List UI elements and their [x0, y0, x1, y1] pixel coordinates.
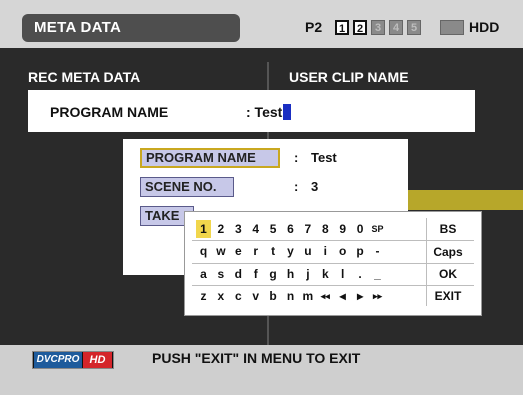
keyboard-key[interactable]: e — [231, 242, 246, 260]
keyboard-key[interactable]: p — [353, 242, 368, 260]
keyboard-key[interactable]: c — [231, 287, 246, 305]
keyboard-key[interactable]: - — [370, 242, 385, 260]
keyboard-key[interactable]: s — [213, 265, 228, 283]
backspace-key[interactable]: BS — [428, 220, 468, 238]
slot-5-indicator: 5 — [407, 20, 421, 35]
keyboard-key[interactable]: 1 — [196, 220, 211, 238]
keyboard-key[interactable]: y — [283, 242, 298, 260]
keyboard-key[interactable]: ◂ — [335, 287, 350, 305]
keyboard-key[interactable]: 7 — [300, 220, 315, 238]
camera-menu-screen: META DATA P2 1 2 3 4 5 HDD REC META DATA… — [0, 0, 523, 395]
selection-strip — [408, 190, 523, 210]
menu-title: META DATA — [34, 19, 122, 36]
keyboard-key[interactable]: k — [318, 265, 333, 283]
keyboard-key[interactable]: h — [283, 265, 298, 283]
keyboard-key[interactable]: r — [248, 242, 263, 260]
keyboard-key[interactable]: 5 — [266, 220, 281, 238]
program-name-label: PROGRAM NAME — [50, 104, 169, 120]
slot-2-indicator: 2 — [353, 20, 367, 35]
status-message: PUSH "EXIT" IN MENU TO EXIT — [152, 350, 361, 366]
ok-key[interactable]: OK — [428, 265, 468, 283]
keyboard-row-divider — [192, 284, 474, 286]
keyboard-key[interactable]: g — [266, 265, 281, 283]
keyboard-row-divider — [192, 240, 474, 242]
caps-key[interactable]: Caps — [428, 243, 468, 261]
field-colon: : — [294, 150, 299, 165]
keyboard-column-divider — [426, 218, 427, 306]
field-colon: : — [294, 179, 299, 194]
rec-meta-data-header: REC META DATA — [28, 69, 141, 85]
logo-hd: HD — [83, 352, 112, 368]
logo-dvcpro: DVCPRO — [34, 352, 82, 368]
keyboard-key[interactable]: 3 — [231, 220, 246, 238]
keyboard-key[interactable]: u — [300, 242, 315, 260]
keyboard-key[interactable]: a — [196, 265, 211, 283]
keyboard-row-divider — [192, 262, 474, 264]
slot-1-indicator: 1 — [335, 20, 349, 35]
keyboard-key[interactable]: j — [300, 265, 315, 283]
field-program-name[interactable]: PROGRAM NAME — [140, 148, 280, 168]
keyboard-key[interactable]: i — [318, 242, 333, 260]
keyboard-key[interactable]: 6 — [283, 220, 298, 238]
p2-label: P2 — [305, 19, 323, 35]
text-cursor — [283, 104, 292, 120]
program-name-value[interactable]: : Test — [246, 104, 292, 120]
slot-3-indicator: 3 — [371, 20, 385, 35]
hdd-label: HDD — [469, 19, 500, 35]
exit-key[interactable]: EXIT — [428, 287, 468, 305]
keyboard-key[interactable]: _ — [370, 265, 385, 283]
slot-4-indicator: 4 — [389, 20, 403, 35]
keyboard-key[interactable]: m — [300, 287, 315, 305]
keyboard-key[interactable]: 8 — [318, 220, 333, 238]
keyboard-key[interactable]: d — [231, 265, 246, 283]
keyboard-key[interactable]: z — [196, 287, 211, 305]
field-scene-no[interactable]: SCENE NO. — [140, 177, 234, 197]
user-clip-name-header: USER CLIP NAME — [289, 69, 409, 85]
keyboard-key[interactable]: 0 — [353, 220, 368, 238]
keyboard-key[interactable]: l — [335, 265, 350, 283]
keyboard-key[interactable]: w — [213, 242, 228, 260]
keyboard-key[interactable]: v — [248, 287, 263, 305]
keyboard-key[interactable]: ◂◂ — [318, 287, 333, 305]
keyboard-key[interactable]: SP — [370, 220, 385, 238]
keyboard-key[interactable]: x — [213, 287, 228, 305]
hdd-slot-indicator — [440, 20, 464, 35]
keyboard-key[interactable]: ▸ — [353, 287, 368, 305]
keyboard-key[interactable]: 9 — [335, 220, 350, 238]
keyboard-key[interactable]: 4 — [248, 220, 263, 238]
keyboard-key[interactable]: . — [353, 265, 368, 283]
field-scene-no-value: 3 — [311, 179, 319, 194]
keyboard-key[interactable]: n — [283, 287, 298, 305]
field-program-name-value: Test — [311, 150, 337, 165]
keyboard-key[interactable]: 2 — [213, 220, 228, 238]
keyboard-key[interactable]: q — [196, 242, 211, 260]
keyboard-key[interactable]: b — [266, 287, 281, 305]
program-name-text: : Test — [246, 104, 283, 120]
keyboard-key[interactable]: f — [248, 265, 263, 283]
keyboard-key[interactable]: t — [266, 242, 281, 260]
keyboard-key[interactable]: o — [335, 242, 350, 260]
keyboard-key[interactable]: ▸▸ — [370, 287, 385, 305]
